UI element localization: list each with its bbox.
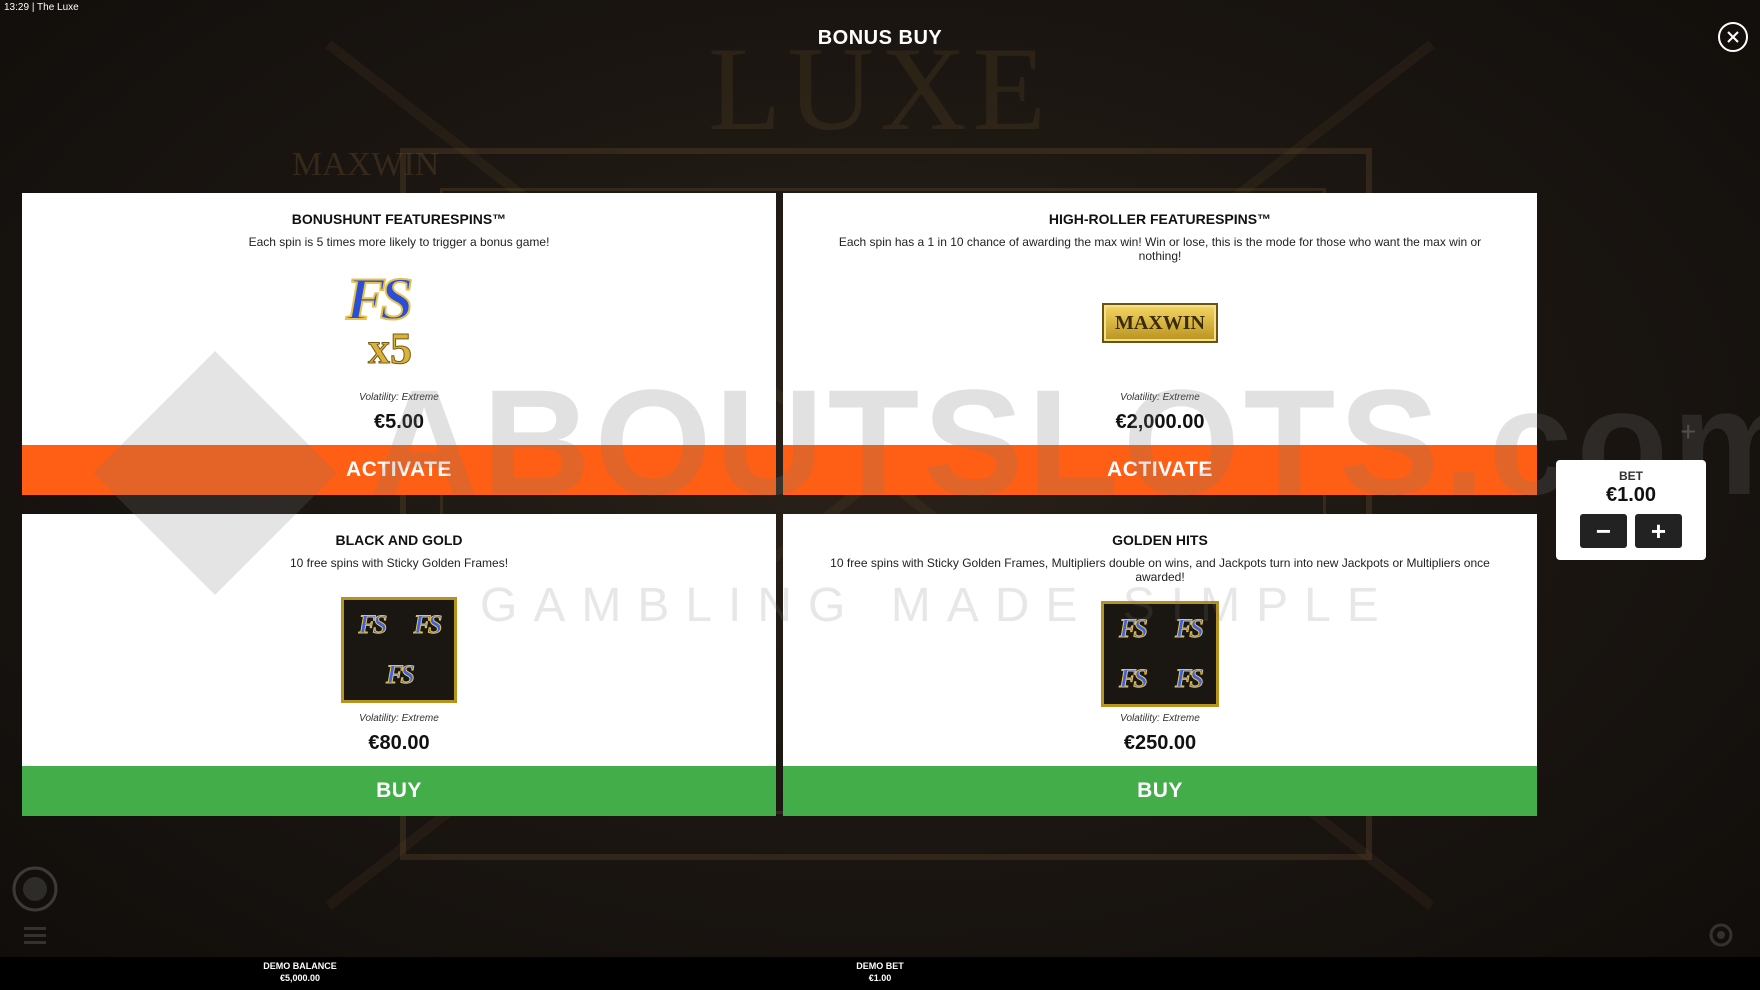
- demo-bet-value: €1.00: [868, 972, 892, 983]
- bonus-card-golden-hits: GOLDEN HITS 10 free spins with Sticky Go…: [783, 514, 1537, 816]
- card-description: 10 free spins with Sticky Golden Frames,…: [830, 556, 1490, 584]
- bet-label: BET: [1619, 469, 1643, 483]
- card-price: €250.00: [1123, 732, 1197, 754]
- card-image: FS x5: [22, 263, 776, 383]
- card-image: FS FS FS FS: [783, 594, 1537, 714]
- game-name: The Luxe: [37, 2, 79, 13]
- volatility: Volatility: Extreme: [359, 392, 439, 403]
- card-image: MAXWIN: [783, 263, 1537, 383]
- demo-balance-value: €5,000.00: [279, 972, 321, 983]
- card-price: €5.00: [373, 411, 425, 433]
- bonus-card-high-roller: HIGH-ROLLER FEATURESPINS™ Each spin has …: [783, 193, 1537, 495]
- increase-bet-button[interactable]: +: [1635, 514, 1682, 548]
- activate-button[interactable]: ACTIVATE: [783, 445, 1537, 495]
- card-description: Each spin has a 1 in 10 chance of awardi…: [838, 235, 1482, 263]
- maxwin-icon: MAXWIN: [1102, 303, 1218, 343]
- bottom-bar: DEMO BALANCE €5,000.00 DEMO BET €1.00: [0, 957, 1760, 990]
- card-description: 10 free spins with Sticky Golden Frames!: [289, 556, 509, 570]
- game-background: LUXE MAXWIN: [0, 0, 1760, 990]
- status-separator: |: [31, 2, 35, 13]
- card-image: FS FS FS: [22, 590, 776, 710]
- close-button[interactable]: [1718, 22, 1748, 52]
- card-price: €2,000.00: [1115, 411, 1205, 433]
- card-title: BLACK AND GOLD: [335, 532, 463, 548]
- card-price: €80.00: [368, 732, 430, 754]
- volatility: Volatility: Extreme: [359, 713, 439, 724]
- card-title: HIGH-ROLLER FEATURESPINS™: [1048, 211, 1272, 227]
- settings-icon: [1708, 922, 1734, 953]
- menu-icon: [24, 926, 46, 949]
- buy-button[interactable]: BUY: [783, 766, 1537, 816]
- close-icon: [1727, 31, 1739, 43]
- bet-panel: BET €1.00 − +: [1556, 460, 1706, 560]
- demo-bet-label: DEMO BET: [856, 961, 904, 971]
- plus-icon: +: [1680, 416, 1697, 447]
- card-title: BONUSHUNT FEATURESPINS™: [291, 211, 507, 227]
- page-title: BONUS BUY: [817, 27, 943, 49]
- bonus-card-bonushunt: BONUSHUNT FEATURESPINS™ Each spin is 5 t…: [22, 193, 776, 495]
- buy-button[interactable]: BUY: [22, 766, 776, 816]
- volatility: Volatility: Extreme: [1120, 713, 1200, 724]
- card-title: GOLDEN HITS: [1112, 532, 1208, 548]
- fs-x5-icon: FS x5: [345, 265, 414, 374]
- demo-balance: DEMO BALANCE €5,000.00: [260, 961, 340, 984]
- bet-controls: − +: [1556, 514, 1706, 548]
- demo-bet: DEMO BET €1.00: [840, 961, 920, 984]
- activate-button[interactable]: ACTIVATE: [22, 445, 776, 495]
- status-bar: 13:29 | The Luxe: [4, 2, 79, 13]
- fs-tile-4-icon: FS FS FS FS: [1101, 601, 1219, 707]
- bonus-card-black-and-gold: BLACK AND GOLD 10 free spins with Sticky…: [22, 514, 776, 816]
- card-description: Each spin is 5 times more likely to trig…: [248, 235, 550, 249]
- autoplay-icon: [12, 866, 58, 917]
- decrease-bet-button[interactable]: −: [1580, 514, 1627, 548]
- volatility: Volatility: Extreme: [1120, 392, 1200, 403]
- demo-balance-label: DEMO BALANCE: [263, 961, 337, 971]
- bet-value: €1.00: [1605, 484, 1657, 506]
- fs-tile-3-icon: FS FS FS: [341, 597, 457, 703]
- clock: 13:29: [4, 2, 30, 13]
